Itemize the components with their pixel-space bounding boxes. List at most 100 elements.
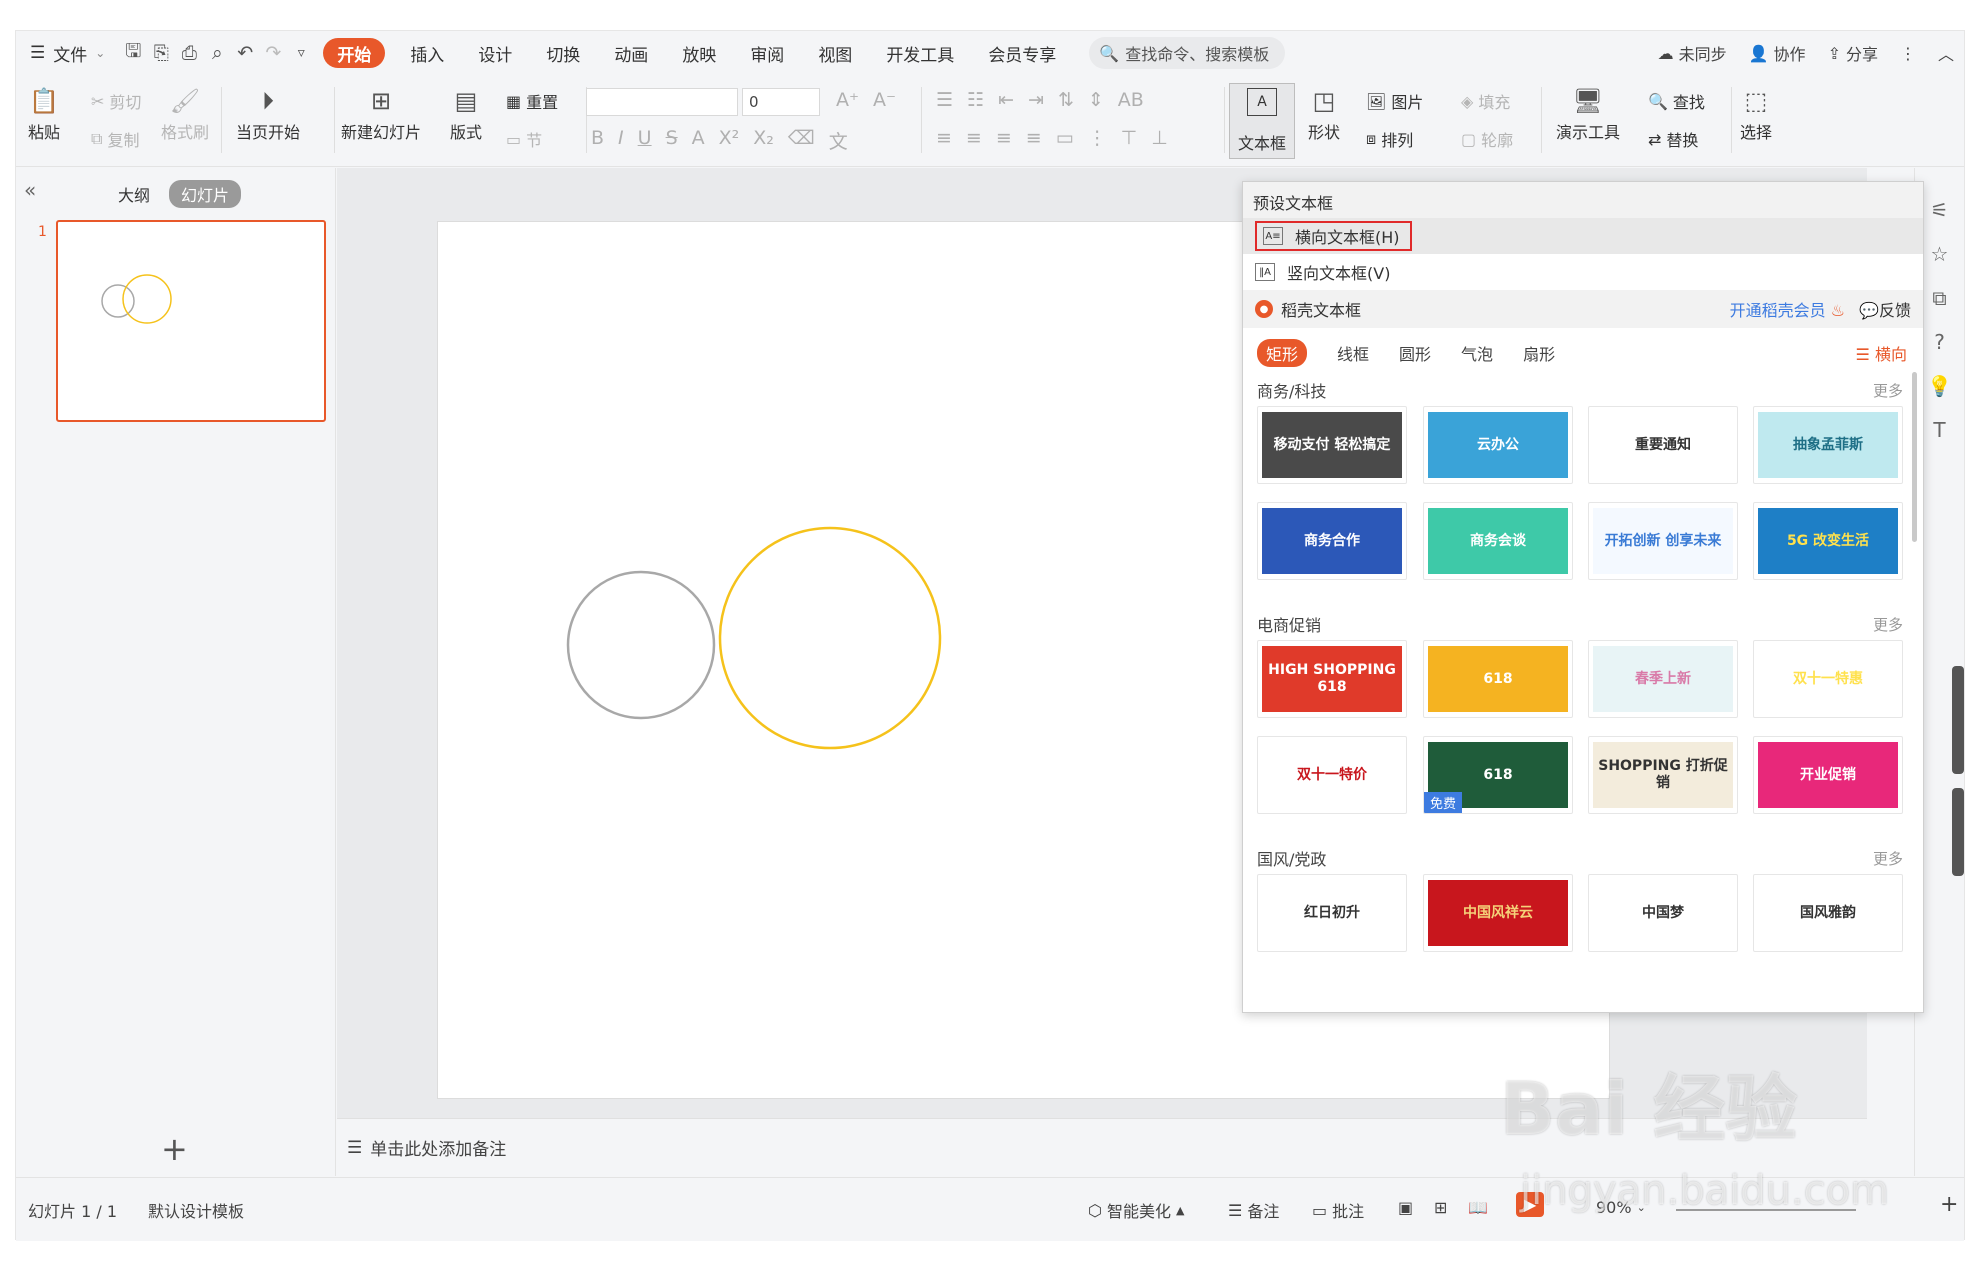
text-icon[interactable]: T (1933, 418, 1945, 442)
orientation-toggle[interactable]: ☰ 横向 (1856, 341, 1907, 365)
align-center-icon[interactable]: ≡ (966, 127, 982, 149)
collab-button[interactable]: 👤 协作 (1749, 41, 1806, 65)
justify-icon[interactable]: ≡ (1026, 127, 1042, 149)
reset-button[interactable]: ▦ 重置 (506, 89, 558, 113)
template-thumbnail[interactable]: 618 免费 (1423, 736, 1573, 814)
template-thumbnail[interactable]: 春季上新 (1588, 640, 1738, 718)
vertical-textbox-option[interactable]: ‖A 竖向文本框(V) (1243, 254, 1923, 290)
undo-icon[interactable]: ↶ (231, 39, 259, 67)
template-thumbnail[interactable]: 商务会谈 (1423, 502, 1573, 580)
paste-button[interactable]: 📋 粘贴 (26, 83, 62, 143)
replace-button[interactable]: ⇄ 替换 (1648, 127, 1698, 151)
template-thumbnail[interactable]: 国风雅韵 (1753, 874, 1903, 952)
template-thumbnail[interactable]: HIGH SHOPPING 618 (1257, 640, 1407, 718)
tab-4[interactable]: 动画 (597, 38, 665, 68)
align-left-icon[interactable]: ≡ (936, 127, 952, 149)
template-thumbnail[interactable]: 双十一特价 (1257, 736, 1407, 814)
text-box-style-icon[interactable]: AB (1118, 89, 1144, 111)
arrange-button[interactable]: ⧈ 排列 (1366, 127, 1413, 151)
print-icon[interactable]: ⎙ (175, 39, 203, 67)
tab-9[interactable]: 会员专享 (971, 38, 1073, 68)
dropdown-scrollbar[interactable] (1912, 372, 1917, 542)
bold-icon[interactable]: B (591, 127, 604, 154)
category-more-link[interactable]: 更多 (1873, 614, 1903, 635)
copy-button[interactable]: ⧉ 复制 (91, 127, 139, 151)
notes-toggle[interactable]: ☰ 备注 (1228, 1198, 1279, 1222)
italic-icon[interactable]: I (618, 127, 624, 154)
copy-icon[interactable]: ⧉ (1932, 286, 1946, 310)
print-preview-icon[interactable]: ⌕ (203, 39, 231, 67)
file-menu[interactable]: ☰ 文件 ⌄ (16, 41, 119, 66)
tab-3[interactable]: 切换 (529, 38, 597, 68)
customize-icon[interactable]: ▿ (287, 39, 315, 67)
presentation-tools-button[interactable]: 🖥 演示工具 (1556, 83, 1620, 143)
zoom-in-icon[interactable]: + (1940, 1192, 1958, 1217)
outline-button[interactable]: ▢ 轮廓 (1461, 127, 1513, 151)
template-thumbnail[interactable]: 618 (1423, 640, 1573, 718)
share-button[interactable]: ⇪ 分享 (1828, 41, 1878, 65)
shape-tab-1[interactable]: 线框 (1337, 341, 1369, 365)
notes-area[interactable]: ☰ 单击此处添加备注 (337, 1118, 1867, 1176)
fill-button[interactable]: ◈ 填充 (1461, 89, 1510, 113)
increase-indent-icon[interactable]: ⇥ (1028, 89, 1044, 111)
gray-circle[interactable] (566, 570, 716, 720)
tab-outline[interactable]: 大纲 (118, 182, 150, 206)
font-size-select[interactable]: 0 (742, 88, 820, 116)
category-more-link[interactable]: 更多 (1873, 380, 1903, 401)
align-right-icon[interactable]: ≡ (996, 127, 1012, 149)
slide-thumbnail[interactable] (56, 220, 326, 422)
yellow-circle[interactable] (718, 526, 942, 750)
underline-icon[interactable]: U (638, 127, 652, 154)
shape-tab-3[interactable]: 气泡 (1461, 341, 1493, 365)
zoom-level[interactable]: 90% ⌄ (1596, 1198, 1646, 1217)
star-icon[interactable]: ☆ (1931, 242, 1949, 266)
font-color-icon[interactable]: A (692, 127, 705, 154)
layout-button[interactable]: ▤ 版式 (448, 83, 484, 143)
new-slide-button[interactable]: ⊞ 新建幻灯片 (341, 83, 421, 143)
comments-toggle[interactable]: ▭ 批注 (1312, 1198, 1364, 1222)
shape-tab-4[interactable]: 扇形 (1523, 341, 1555, 365)
template-thumbnail[interactable]: 5G 改变生活 (1753, 502, 1903, 580)
help-icon[interactable]: ? (1934, 330, 1945, 354)
add-slide-button[interactable]: + (161, 1130, 188, 1168)
superscript-icon[interactable]: X² (719, 127, 740, 154)
column-icon[interactable]: ⋮ (1088, 127, 1107, 149)
shape-tab-0[interactable]: 矩形 (1257, 339, 1308, 367)
shrink-font-icon[interactable]: A⁻ (873, 89, 896, 111)
template-thumbnail[interactable]: SHOPPING 打折促销 (1588, 736, 1738, 814)
tab-5[interactable]: 放映 (665, 38, 733, 68)
sliders-icon[interactable]: ⚟ (1931, 198, 1949, 222)
tab-8[interactable]: 开发工具 (869, 38, 971, 68)
grow-font-icon[interactable]: A⁺ (836, 89, 859, 111)
side-scroll-handle[interactable] (1952, 666, 1964, 774)
more-menu-icon[interactable]: ⋮ (1900, 44, 1916, 63)
tab-7[interactable]: 视图 (801, 38, 869, 68)
distribute-icon[interactable]: ▭ (1056, 127, 1074, 149)
normal-view-icon[interactable]: ▣ (1398, 1198, 1413, 1217)
vip-link[interactable]: 开通稻壳会员 ♨ (1730, 297, 1845, 321)
strikethrough-icon[interactable]: S (666, 127, 678, 154)
bulb-icon[interactable]: 💡 (1927, 374, 1952, 398)
template-thumbnail[interactable]: 商务合作 (1257, 502, 1407, 580)
eraser-icon[interactable]: ⌫ (788, 127, 815, 154)
shape-tab-2[interactable]: 圆形 (1399, 341, 1431, 365)
zoom-slider[interactable] (1676, 1209, 1856, 1211)
template-thumbnail[interactable]: 中国梦 (1588, 874, 1738, 952)
select-button[interactable]: ⬚ 选择 (1738, 83, 1774, 143)
template-thumbnail[interactable]: 抽象孟菲斯 (1753, 406, 1903, 484)
sync-status[interactable]: ☁ 未同步 (1658, 41, 1727, 65)
shape-button[interactable]: ◳ 形状 (1306, 83, 1342, 143)
template-name[interactable]: 默认设计模板 (148, 1198, 244, 1222)
horizontal-textbox-option[interactable]: A≡ 横向文本框(H) (1243, 218, 1923, 254)
grid-view-icon[interactable]: ⊞ (1434, 1198, 1447, 1217)
section-button[interactable]: ▭ 节 (506, 127, 542, 151)
textbox-button[interactable]: A 文本框 (1229, 83, 1295, 159)
tab-2[interactable]: 设计 (461, 38, 529, 68)
collapse-panel-icon[interactable]: « (24, 178, 36, 202)
collapse-ribbon-icon[interactable]: ︿ (1938, 41, 1954, 65)
bullets-icon[interactable]: ☰ (936, 89, 953, 111)
tab-slides[interactable]: 幻灯片 (169, 180, 242, 208)
category-more-link[interactable]: 更多 (1873, 848, 1903, 869)
template-thumbnail[interactable]: 移动支付 轻松搞定 (1257, 406, 1407, 484)
align-top-icon[interactable]: ⊤ (1121, 127, 1138, 149)
